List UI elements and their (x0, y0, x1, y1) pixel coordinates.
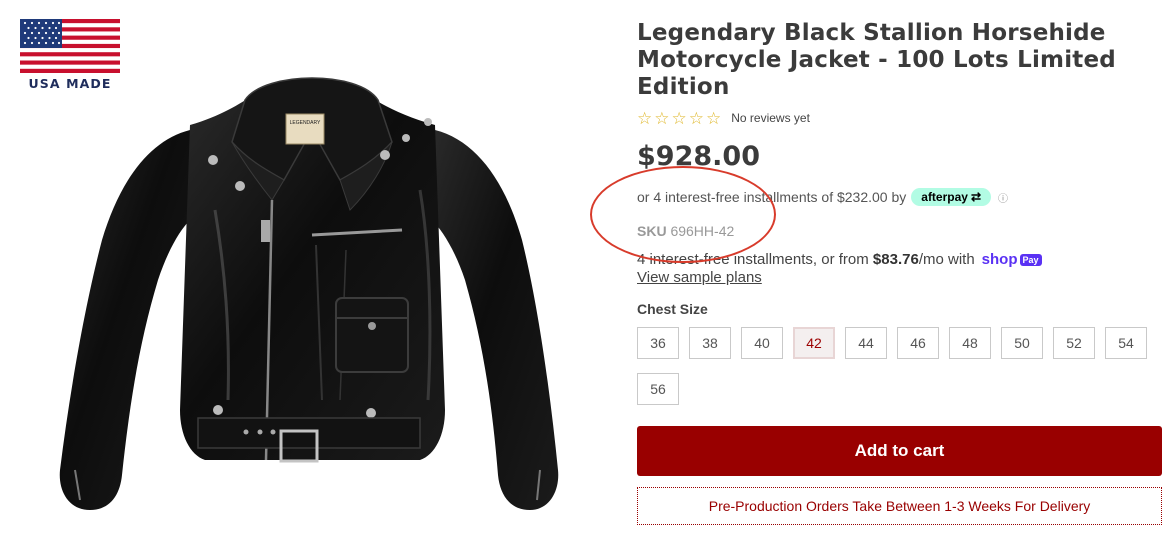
afterpay-installments: or 4 interest-free installments of $232.… (637, 188, 1162, 206)
size-option-54[interactable]: 54 (1105, 327, 1147, 359)
size-option-52[interactable]: 52 (1053, 327, 1095, 359)
shop-pay-amount: $83.76 (872, 251, 919, 268)
brand-label (285, 113, 325, 145)
size-option-50[interactable]: 50 (1001, 327, 1043, 359)
flap-pocket (335, 297, 409, 373)
view-sample-plans-link[interactable]: View sample plans (637, 269, 762, 286)
left-sleeve (59, 130, 190, 510)
add-to-cart-button[interactable]: Add to cart (637, 426, 1162, 476)
brand-label-text: LEGENDARY (290, 120, 321, 126)
star-icon[interactable]: ☆ (637, 110, 652, 127)
sku-label: SKU (637, 223, 667, 239)
size-option-56[interactable]: 56 (637, 373, 679, 405)
star-icon[interactable]: ☆ (654, 110, 669, 127)
sku-row: SKU 696HH-42 (637, 223, 1162, 239)
delivery-notice: Pre-Production Orders Take Between 1-3 W… (637, 487, 1162, 525)
size-option-40[interactable]: 40 (741, 327, 783, 359)
product-image[interactable]: LEGENDARY (40, 70, 580, 530)
shop-pay-badge: Pay (1019, 253, 1042, 266)
info-icon[interactable]: ⓘ (998, 190, 1008, 205)
product-info: Legendary Black Stallion Horsehide Motor… (637, 20, 1162, 405)
reviews-count[interactable]: No reviews yet (731, 111, 810, 125)
size-option-46[interactable]: 46 (897, 327, 939, 359)
star-icon[interactable]: ☆ (672, 110, 687, 127)
shop-pay-suffix: /mo with (918, 251, 975, 268)
star-icon[interactable]: ☆ (706, 110, 721, 127)
afterpay-badge[interactable]: afterpay ⇄ (911, 188, 992, 206)
size-option-42[interactable]: 42 (793, 327, 835, 359)
shop-pay-logo: shop (981, 251, 1018, 268)
us-flag-icon (20, 19, 120, 73)
product-price: $928.00 (637, 141, 760, 172)
size-option-36[interactable]: 36 (637, 327, 679, 359)
star-icon[interactable]: ☆ (689, 110, 704, 127)
shop-pay-installments: 4 interest-free installments, or from $8… (637, 251, 1162, 268)
afterpay-brand: afterpay (921, 190, 968, 204)
belt (197, 417, 421, 449)
shop-pay-prefix: 4 interest-free installments, or from (637, 251, 869, 268)
jacket-body (180, 90, 445, 460)
rating-row[interactable]: ☆ ☆ ☆ ☆ ☆ No reviews yet (637, 109, 1162, 127)
afterpay-text: or 4 interest-free installments of $232.… (637, 189, 907, 205)
size-options: 36 38 40 42 44 46 48 50 52 54 56 (637, 327, 1162, 405)
sku-value: 696HH-42 (670, 223, 735, 239)
size-option-38[interactable]: 38 (689, 327, 731, 359)
chest-size-label: Chest Size (637, 301, 708, 317)
size-option-48[interactable]: 48 (949, 327, 991, 359)
right-sleeve (432, 130, 559, 510)
product-title: Legendary Black Stallion Horsehide Motor… (637, 20, 1116, 100)
star-rating[interactable]: ☆ ☆ ☆ ☆ ☆ (637, 110, 721, 127)
afterpay-arrows-icon: ⇄ (970, 190, 982, 204)
size-option-44[interactable]: 44 (845, 327, 887, 359)
